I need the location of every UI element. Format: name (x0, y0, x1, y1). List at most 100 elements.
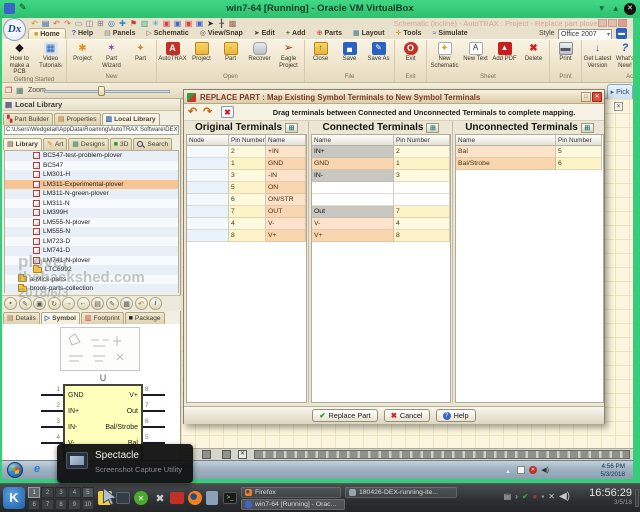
layers-icon[interactable]: ▩ (228, 19, 237, 28)
open-part-button[interactable]: ▫Part (216, 41, 245, 63)
action-center-icon[interactable] (517, 466, 525, 474)
open-project-button[interactable]: Project (187, 41, 216, 63)
info-icon[interactable]: i (149, 297, 162, 310)
tree-item[interactable]: LM741-D (5, 246, 178, 256)
table-row[interactable]: 3-IN (187, 170, 306, 182)
tab-view-snap[interactable]: ◎View/Snap (195, 28, 248, 39)
help-button[interactable]: ?Help (436, 409, 476, 422)
pin-stub[interactable] (143, 426, 165, 428)
recover-button[interactable]: Recover (245, 41, 274, 63)
tab-details[interactable]: ▤Details (3, 312, 40, 324)
page-icon[interactable]: ❐ (5, 86, 12, 95)
table-row[interactable]: 7OUT (187, 206, 306, 218)
tab-package[interactable]: ■Package (125, 312, 165, 324)
utilities-icon[interactable]: ✖ (152, 490, 168, 506)
whats-new-button[interactable]: ?What's New! (612, 41, 633, 69)
sync-icon[interactable]: ↻ (48, 297, 61, 310)
cascade-icon[interactable]: ⊞ (96, 19, 105, 28)
style-dropdown[interactable]: Office 2007▾ (558, 29, 612, 40)
folder-icon[interactable]: ▣ (33, 297, 46, 310)
tab-search[interactable]: Search (133, 138, 172, 150)
device-icon[interactable]: ▪ (541, 492, 544, 502)
desktop-cell[interactable]: 10 (82, 499, 94, 510)
maximize-icon[interactable]: ▴ (613, 3, 618, 14)
board-blue-icon[interactable]: ▣ (173, 19, 182, 28)
toolbox-icon[interactable] (170, 492, 184, 504)
dialog-maximize-icon[interactable]: □ (581, 92, 591, 102)
windows-clock[interactable]: 4:56 PM5/3/2018 (555, 463, 625, 478)
zoom-slider-thumb[interactable] (98, 86, 105, 96)
board-blue2-icon[interactable]: ▣ (195, 19, 204, 28)
dialog-titlebar[interactable]: REPLACE PART : Map Existing Symbol Termi… (184, 90, 604, 104)
undo-arc-icon[interactable]: ↶ (30, 19, 39, 28)
table-row[interactable]: V+8 (312, 230, 450, 242)
tree-item[interactable]: BC547 (5, 161, 178, 171)
game-icon[interactable]: ✕ (134, 491, 148, 505)
tab-help[interactable]: ?Help (67, 28, 98, 39)
undo-icon[interactable]: ↶ (135, 297, 148, 310)
tab-footprint[interactable]: ▥Footprint (81, 312, 124, 324)
pin-stub[interactable] (41, 394, 63, 396)
kde-clock[interactable]: 16:56:29 3/5/18 (574, 487, 632, 506)
tree-item[interactable]: LTC6992 (5, 265, 178, 275)
part-wizard-button[interactable]: ✶Part Wizard (97, 41, 126, 69)
tree-item[interactable]: LM399H (5, 208, 178, 218)
new-project-button[interactable]: ✱Project (68, 41, 97, 63)
pin-stub[interactable] (41, 410, 63, 412)
desktop-cell[interactable]: 5 (82, 487, 94, 498)
desktop-cell[interactable]: 7 (41, 499, 53, 510)
tab-edit[interactable]: ➤Edit (249, 28, 280, 39)
table-row[interactable]: GND1 (312, 158, 450, 170)
task-firefox[interactable]: Firefox (241, 487, 341, 498)
tab-3d[interactable]: ■3D (110, 138, 133, 150)
panel-close-icon[interactable]: ✕ (614, 102, 623, 111)
minimize-icon[interactable]: ▾ (599, 3, 604, 14)
terminal-icon[interactable]: >_ (223, 492, 237, 504)
video-tutorials-button[interactable]: ▦Video Tutorials (36, 41, 65, 69)
expand-icon[interactable]: › (515, 492, 518, 502)
app-minimize-icon[interactable] (598, 19, 607, 27)
table-row[interactable]: 6ON/STR (187, 194, 306, 206)
pin-stub[interactable] (143, 394, 165, 396)
keepass-icon[interactable]: ● (533, 492, 538, 502)
panel-hide-button[interactable] (635, 489, 639, 507)
tree-item[interactable]: LM555-N (5, 227, 178, 237)
zoom-slider-track[interactable] (44, 90, 170, 93)
page-close-icon[interactable]: ✕ (238, 450, 247, 459)
open-autotrax-button[interactable]: AAutoTRAX (158, 41, 187, 63)
tree-item[interactable]: LM311-N (5, 199, 178, 209)
panel-options-icon[interactable]: ⊞ (581, 123, 594, 133)
new-text-button[interactable]: ANew Text (461, 41, 490, 63)
tab-parts[interactable]: ⊕Parts (312, 28, 347, 39)
tab-properties[interactable]: ▤Properties (54, 113, 101, 125)
export-icon[interactable]: ← (77, 297, 90, 310)
cancel-button[interactable]: ✖Cancel (384, 409, 430, 422)
exit-button[interactable]: OExit (396, 41, 425, 63)
undo-icon[interactable]: ↶ (52, 19, 61, 28)
how-to-make-a-pcb-button[interactable]: ◆How to make a PCB (3, 41, 36, 76)
draw-icon[interactable]: ✎ (19, 297, 32, 310)
security-icon[interactable]: ✕ (529, 466, 537, 474)
app-maximize-icon[interactable] (608, 19, 617, 27)
new-schematic-button[interactable]: ✦New Schematic (428, 41, 461, 69)
tree-item[interactable]: a-Mick-parts (5, 275, 178, 285)
save-as-button[interactable]: ✎Save As (364, 41, 393, 63)
table-row[interactable]: Bal5 (456, 146, 603, 158)
package-icon[interactable]: ▦ (120, 297, 133, 310)
table-row[interactable]: IN-3 (312, 170, 450, 182)
close-icon[interactable]: ✕ (624, 3, 636, 15)
delete-sheet-button[interactable]: ✖Delete (519, 41, 548, 63)
table-row[interactable]: 2+IN (187, 146, 306, 158)
desktop-cell[interactable]: 9 (68, 499, 80, 510)
pin-stub[interactable] (143, 410, 165, 412)
redo-icon[interactable]: ↷ (63, 19, 72, 28)
desktop-cell[interactable]: 8 (55, 499, 67, 510)
copy-icon[interactable]: ▤ (91, 297, 104, 310)
library-path[interactable]: C:\Users\Wedgetail\AppData\Roaming\AutoT… (4, 125, 179, 135)
eagle-project-button[interactable]: ➢Eagle Project (274, 41, 303, 69)
tree-item[interactable]: LM741-N-plover (5, 256, 178, 266)
tree-item[interactable]: brook-parts-collection (5, 284, 178, 293)
ie-icon[interactable]: e (34, 463, 40, 475)
tab-home[interactable]: ■Home (28, 28, 66, 39)
volume-icon[interactable]: ◀) (559, 492, 570, 502)
